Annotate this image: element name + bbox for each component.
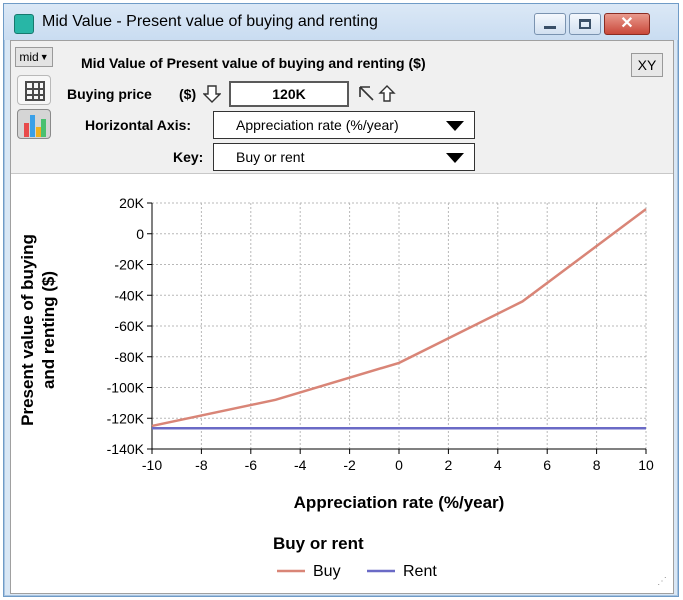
y-tick-label: 20K [119, 195, 145, 211]
x-tick-label: -10 [142, 457, 162, 473]
down-arrow-icon[interactable] [203, 85, 221, 103]
chevron-down-icon [446, 153, 464, 163]
chevron-down-icon [446, 121, 464, 131]
y-tick-label: -40K [114, 287, 144, 303]
legend-label-buy: Buy [313, 563, 341, 580]
mode-label: mid [19, 50, 39, 64]
graph-view-button[interactable] [17, 109, 51, 139]
x-axis-label: Appreciation rate (%/year) [294, 493, 505, 512]
x-tick-label: -2 [343, 457, 356, 473]
line-chart: -10 -8 -6 -4 -2 0 2 4 6 8 10 20K 0 -20K -40K -60K -80K -1… [18, 195, 654, 580]
table-icon [25, 81, 45, 101]
y-axis-label: Present value of buying and renting ($) [18, 234, 58, 426]
plot-area: -10 -8 -6 -4 -2 0 2 4 6 8 10 20K 0 -20K -40K -60K -80K -1… [11, 173, 673, 593]
key-label: Key: [173, 149, 204, 165]
x-tick-label: 10 [638, 457, 654, 473]
y-tick-label: -140K [107, 441, 145, 457]
mode-dropdown[interactable]: mid ▼ [15, 47, 53, 67]
resize-grip-icon[interactable]: ⋰ [657, 576, 667, 587]
x-tick-label: 8 [593, 457, 601, 473]
input-unit: ($) [179, 86, 197, 102]
xy-button[interactable]: XY [631, 53, 663, 77]
app-window: Mid Value - Present value of buying and … [3, 3, 679, 597]
close-icon: ✕ [620, 15, 634, 32]
x-tick-label: 2 [445, 457, 453, 473]
drill-up-arrow-icon[interactable] [378, 85, 396, 103]
horizontal-axis-value: Appreciation rate (%/year) [236, 117, 399, 133]
y-tick-label: -80K [114, 349, 144, 365]
legend-title: Buy or rent [273, 534, 364, 553]
app-icon [14, 14, 34, 34]
legend-label-rent: Rent [403, 563, 437, 580]
maximize-icon [579, 19, 591, 29]
graph-icon [24, 113, 46, 137]
result-title: Mid Value of Present value of buying and… [81, 55, 426, 71]
content-area: mid ▼ Mid Value of Present value of buyi… [10, 40, 674, 594]
y-tick-label: -100K [107, 380, 145, 396]
drill-down-arrow-icon[interactable] [357, 85, 375, 103]
key-dropdown[interactable]: Buy or rent [213, 143, 475, 171]
x-tick-label: -4 [294, 457, 307, 473]
x-tick-label: 6 [543, 457, 551, 473]
minimize-icon [544, 25, 556, 29]
x-tick-label: 4 [494, 457, 502, 473]
close-button[interactable]: ✕ [604, 13, 650, 35]
input-label: Buying price [67, 86, 152, 102]
y-tick-label: -60K [114, 318, 144, 334]
buying-price-input[interactable]: 120K [229, 81, 349, 107]
maximize-button[interactable] [569, 13, 601, 35]
x-tick-label: 0 [395, 457, 403, 473]
window-title: Mid Value - Present value of buying and … [42, 13, 378, 30]
horizontal-axis-dropdown[interactable]: Appreciation rate (%/year) [213, 111, 475, 139]
horizontal-axis-label: Horizontal Axis: [85, 117, 192, 133]
y-axis-label-line: Present value of buying [18, 234, 37, 426]
x-tick-label: -8 [195, 457, 208, 473]
x-tick-label: -6 [245, 457, 258, 473]
y-axis-label-line: and renting ($) [39, 271, 58, 389]
y-tick-label: -120K [107, 410, 145, 426]
table-view-button[interactable] [17, 75, 51, 105]
minimize-button[interactable] [534, 13, 566, 35]
chevron-down-icon: ▼ [39, 52, 49, 62]
y-tick-label: -20K [114, 257, 144, 273]
title-bar[interactable]: Mid Value - Present value of buying and … [4, 4, 678, 40]
key-value: Buy or rent [236, 149, 305, 165]
result-toolbar: mid ▼ Mid Value of Present value of buyi… [11, 41, 673, 173]
y-tick-label: 0 [136, 226, 144, 242]
series-line-buy [151, 208, 647, 428]
